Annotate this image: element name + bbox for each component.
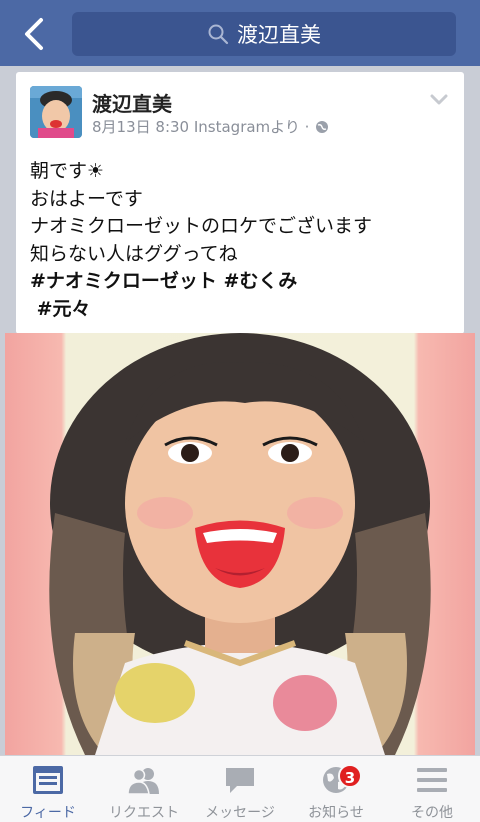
notification-badge: 3	[338, 764, 362, 788]
search-query: 渡辺直美	[237, 23, 321, 47]
post-line: 知らない人はググってね	[30, 242, 238, 265]
messages-icon	[226, 768, 254, 793]
photo-image	[49, 333, 431, 755]
post-photo[interactable]	[5, 333, 475, 755]
bottom-tab-bar: フィード リクエスト メッセージ 3 お知らせ その他	[0, 755, 480, 822]
post-line: 朝です☀	[30, 160, 105, 182]
post-timestamp: 8月13日 8:30 Instagramより ·	[92, 118, 310, 136]
chevron-left-icon	[25, 18, 43, 50]
tab-feed[interactable]: フィード	[0, 756, 96, 822]
globe-privacy-icon	[316, 120, 329, 133]
tab-messages[interactable]: メッセージ	[192, 756, 288, 822]
tab-label: メッセージ	[205, 805, 275, 821]
feed-icon	[33, 766, 63, 794]
chevron-down-icon[interactable]	[430, 94, 448, 106]
friend-requests-icon	[127, 768, 159, 795]
avatar-image	[30, 86, 82, 138]
tab-notifications[interactable]: 3 お知らせ	[288, 756, 384, 822]
author-name[interactable]: 渡辺直美	[92, 88, 172, 117]
post-text: 朝です☀ おはよーです ナオミクローゼットのロケでございます 知らない人はググっ…	[30, 158, 450, 323]
menu-icon	[417, 768, 447, 792]
post-line: ナオミクローゼットのロケでございます	[30, 215, 373, 237]
top-nav-bar: 渡辺直美	[0, 0, 480, 66]
tab-label: フィード	[20, 805, 76, 821]
search-icon	[208, 24, 229, 45]
post-card: 渡辺直美 8月13日 8:30 Instagramより · 朝です☀ おはよーで…	[16, 72, 464, 334]
post-meta: 8月13日 8:30 Instagramより ·	[92, 116, 329, 137]
tab-label: お知らせ	[308, 805, 364, 821]
avatar[interactable]	[30, 86, 82, 138]
tab-label: リクエスト	[109, 805, 179, 821]
hashtag-link[interactable]: #ナオミクローゼット #むくみ	[30, 268, 450, 296]
hashtag-link[interactable]: #元々	[30, 296, 450, 324]
tab-requests[interactable]: リクエスト	[96, 756, 192, 822]
search-field[interactable]: 渡辺直美	[72, 12, 456, 56]
post-line: おはよーです	[30, 187, 143, 210]
back-button[interactable]	[14, 14, 54, 54]
tab-more[interactable]: その他	[384, 756, 480, 822]
tab-label: その他	[411, 805, 453, 821]
